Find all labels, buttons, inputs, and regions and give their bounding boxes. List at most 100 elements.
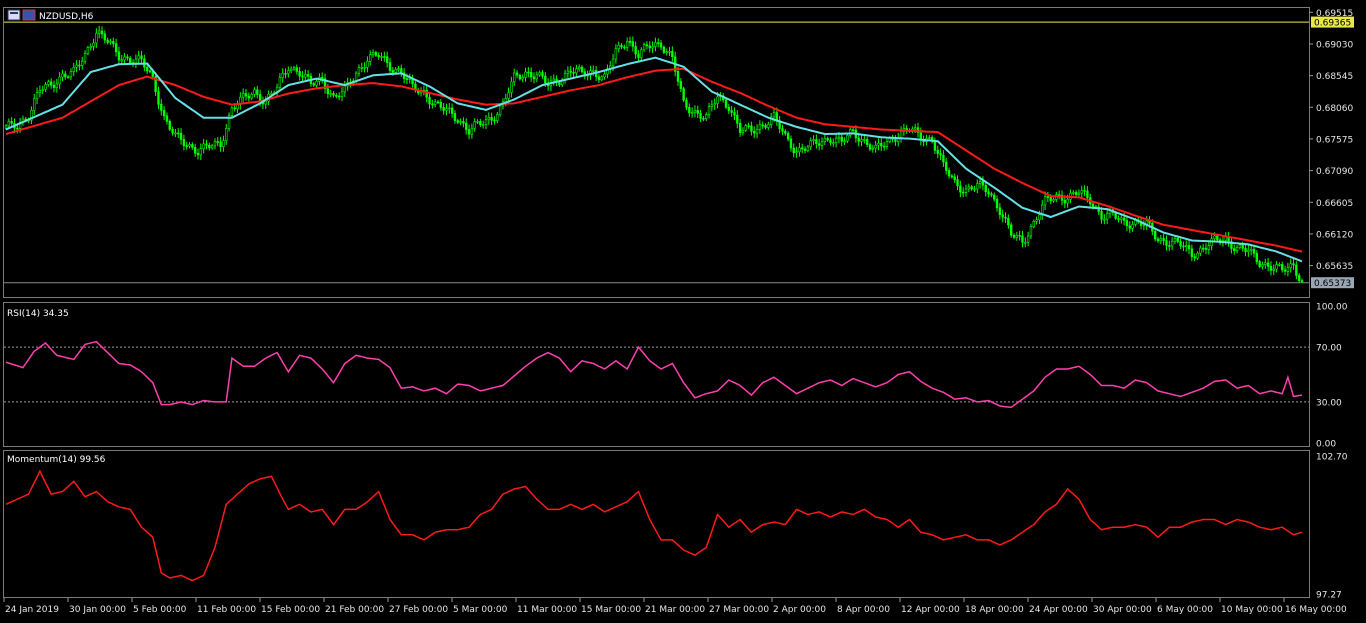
- candle-body: [953, 176, 956, 181]
- candle-body: [592, 70, 595, 72]
- momentum-bottom-level-label: 97.27: [1316, 591, 1342, 601]
- candle-body: [961, 191, 965, 194]
- candle-body: [1165, 240, 1168, 246]
- candle-body: [688, 107, 691, 114]
- candle-body: [1032, 221, 1035, 227]
- candle-body: [990, 193, 993, 196]
- candle-body: [707, 106, 711, 115]
- time-axis-label: 30 Jan 00:00: [69, 605, 126, 615]
- price-axis-label: 0.68060: [1316, 104, 1353, 114]
- candle-body: [786, 133, 790, 140]
- candle-body: [1066, 199, 1069, 204]
- candle-body: [1131, 224, 1134, 229]
- candle-body: [442, 107, 445, 111]
- symbol-title: NZDUSD,H6: [39, 12, 94, 22]
- candle-body: [1035, 219, 1038, 222]
- candle-body: [936, 150, 939, 154]
- chart-window[interactable]: 0.695150.690300.685450.680600.675750.670…: [0, 0, 1366, 623]
- time-axis-label: 15 Feb 00:00: [261, 605, 320, 615]
- candle-body: [498, 105, 502, 115]
- candle-body: [1153, 231, 1157, 240]
- candle-body: [222, 140, 225, 148]
- candle-body: [1190, 248, 1194, 258]
- candle-body: [532, 76, 536, 80]
- candle-body: [1046, 196, 1050, 198]
- candle-body: [772, 112, 776, 118]
- time-axis-label: 15 Mar 00:00: [581, 605, 641, 615]
- candle-body: [287, 70, 290, 74]
- candle-body: [191, 144, 194, 148]
- yellow-price-tag: 0.69365: [1311, 16, 1354, 29]
- candle-body: [1018, 235, 1021, 237]
- candle-body: [4, 125, 8, 129]
- candle-body: [360, 67, 363, 69]
- candle-body: [1199, 247, 1202, 254]
- candle-body: [1026, 235, 1030, 243]
- candle-body: [1300, 280, 1304, 282]
- time-axis-label: 12 Apr 00:00: [901, 605, 960, 615]
- momentum-label: Momentum(14) 99.56: [7, 455, 106, 465]
- candle-body: [767, 124, 770, 128]
- candle-body: [278, 77, 282, 88]
- candle-body: [129, 57, 132, 63]
- candle-body: [1105, 213, 1109, 220]
- current-price-tag-value: 0.65373: [1314, 279, 1351, 289]
- candle-body: [397, 68, 400, 70]
- candle-body: [431, 103, 434, 106]
- candle-body: [165, 115, 169, 122]
- candle-body: [928, 137, 931, 139]
- candle-body: [1052, 199, 1055, 202]
- candle-body: [617, 44, 620, 50]
- time-axis-label: 5 Feb 00:00: [133, 605, 187, 615]
- candle-body: [863, 139, 866, 141]
- candle-body: [651, 46, 654, 49]
- candle-body: [657, 42, 660, 44]
- candle-body: [182, 139, 186, 146]
- candle-body: [1100, 211, 1103, 220]
- candle-body: [476, 121, 479, 123]
- candle-body: [179, 132, 183, 140]
- candle-body: [851, 129, 855, 132]
- candle-body: [380, 56, 383, 58]
- candle-body: [465, 122, 468, 130]
- candle-body: [1007, 217, 1010, 226]
- candle-body: [1080, 190, 1083, 194]
- candle-body: [515, 72, 519, 76]
- candle-body: [973, 188, 976, 191]
- candle-body: [724, 99, 728, 108]
- candle-body: [1159, 238, 1163, 242]
- time-axis-label: 30 Apr 00:00: [1093, 605, 1152, 615]
- candle-body: [199, 148, 203, 156]
- time-axis-label: 27 Mar 00:00: [709, 605, 769, 615]
- candle-body: [315, 81, 318, 86]
- candle-body: [868, 144, 872, 150]
- candle-body: [857, 137, 860, 142]
- candle-body: [1201, 247, 1205, 250]
- candle-body: [541, 72, 544, 77]
- candle-body: [1266, 262, 1270, 267]
- candle-body: [544, 75, 547, 84]
- candle-body: [1038, 214, 1041, 221]
- candle-body: [33, 98, 36, 111]
- candle-body: [230, 107, 234, 116]
- candle-body: [753, 130, 756, 134]
- candle-body: [640, 49, 643, 58]
- candle-body: [1295, 264, 1298, 276]
- candle-body: [35, 92, 39, 100]
- candle-body: [1233, 248, 1236, 252]
- candle-body: [880, 142, 883, 147]
- rsi-level-100-label: 100.00: [1316, 303, 1348, 313]
- candle-body: [981, 180, 985, 186]
- candle-body: [597, 76, 601, 81]
- candle-body: [645, 44, 649, 47]
- rsi-level-70-label: 70.00: [1316, 344, 1342, 354]
- candle-body: [219, 141, 222, 148]
- candle-body: [1258, 261, 1261, 267]
- candle-body: [168, 121, 171, 130]
- candle-body: [81, 60, 84, 66]
- candle-body: [270, 92, 273, 95]
- candle-body: [648, 45, 651, 49]
- yellow-tag-value: 0.69365: [1314, 19, 1351, 29]
- candle-body: [668, 51, 671, 53]
- candle-body: [662, 46, 666, 53]
